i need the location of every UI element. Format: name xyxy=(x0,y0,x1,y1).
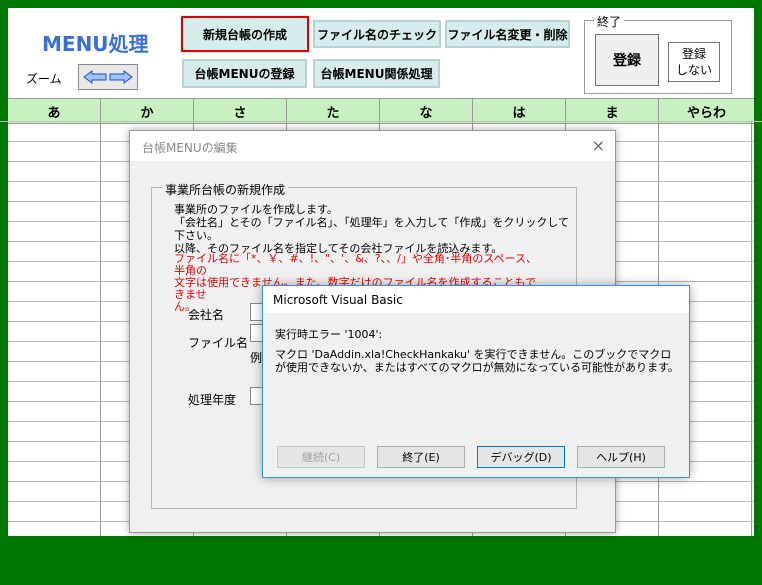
sheet-gridline xyxy=(0,121,762,122)
dialog-title: 台帳MENUの編集 xyxy=(142,141,238,155)
help-button[interactable]: ヘルプ(H) xyxy=(577,446,665,468)
error-code: 実行時エラー '1004': xyxy=(275,328,383,341)
kana-tab-yarawa[interactable]: やらわ xyxy=(659,99,754,123)
kana-tab-a[interactable]: あ xyxy=(8,99,101,123)
menu-title: MENU処理 xyxy=(42,32,149,56)
kana-tab-ta[interactable]: た xyxy=(287,99,380,123)
error-message: マクロ 'DaAddin.xla!CheckHankaku' を実行できません。… xyxy=(275,348,679,374)
description-line: 「会社名」とその「ファイル名」、「処理年」を入力して「作成」をクリックして下さい… xyxy=(174,216,570,242)
example-label: 例 xyxy=(250,351,263,365)
zoom-button[interactable] xyxy=(78,64,138,90)
company-name-label: 会社名 xyxy=(188,308,225,322)
description-text: 事業所のファイルを作成します。 「会社名」とその「ファイル名」、「処理年」を入力… xyxy=(174,203,574,255)
kana-tab-sa[interactable]: さ xyxy=(194,99,287,123)
no-register-button[interactable]: 登録 しない xyxy=(668,42,720,82)
group-legend: 事業所台帳の新規作成 xyxy=(162,181,289,198)
kana-tab-ma[interactable]: ま xyxy=(566,99,659,123)
warning-line: ファイル名に「*、￥、#、!、"、'、&、?、、/」や全角･半角のスペース、 半… xyxy=(174,252,538,277)
continue-button[interactable]: 継続(C) xyxy=(277,446,365,468)
end-button[interactable]: 終了(E) xyxy=(377,446,465,468)
fiscal-year-label: 処理年度 xyxy=(188,393,237,407)
end-group-legend: 終了 xyxy=(594,13,625,30)
description-line: 事業所のファイルを作成します。 xyxy=(174,203,338,216)
error-dialog-titlebar: Microsoft Visual Basic xyxy=(263,286,689,313)
debug-button[interactable]: デバッグ(D) xyxy=(477,446,565,468)
new-ledger-button[interactable]: 新規台帳の作成 xyxy=(180,15,310,53)
kana-tab-na[interactable]: な xyxy=(380,99,473,123)
file-name-label: ファイル名 xyxy=(188,336,249,350)
close-icon[interactable]: × xyxy=(592,136,605,155)
ledger-menu-related-button[interactable]: 台帳MENU関係処理 xyxy=(313,59,440,88)
kana-tab-ha[interactable]: は xyxy=(473,99,566,123)
kana-tab-ka[interactable]: か xyxy=(101,99,194,123)
no-register-label-1: 登録 xyxy=(681,47,706,61)
no-register-label-2: しない xyxy=(675,63,712,77)
vba-error-dialog: Microsoft Visual Basic 実行時エラー '1004': マク… xyxy=(262,285,690,478)
error-dialog-title: Microsoft Visual Basic xyxy=(273,293,403,307)
dialog-titlebar: 台帳MENUの編集 × xyxy=(130,131,615,161)
double-arrow-icon xyxy=(83,70,133,84)
ledger-menu-register-button[interactable]: 台帳MENUの登録 xyxy=(182,59,307,88)
filename-change-button[interactable]: ファイル名変更・削除 xyxy=(445,20,570,48)
zoom-label: ズーム xyxy=(26,72,62,86)
register-button[interactable]: 登録 xyxy=(595,34,659,86)
filename-check-button[interactable]: ファイル名のチェック xyxy=(313,20,441,48)
